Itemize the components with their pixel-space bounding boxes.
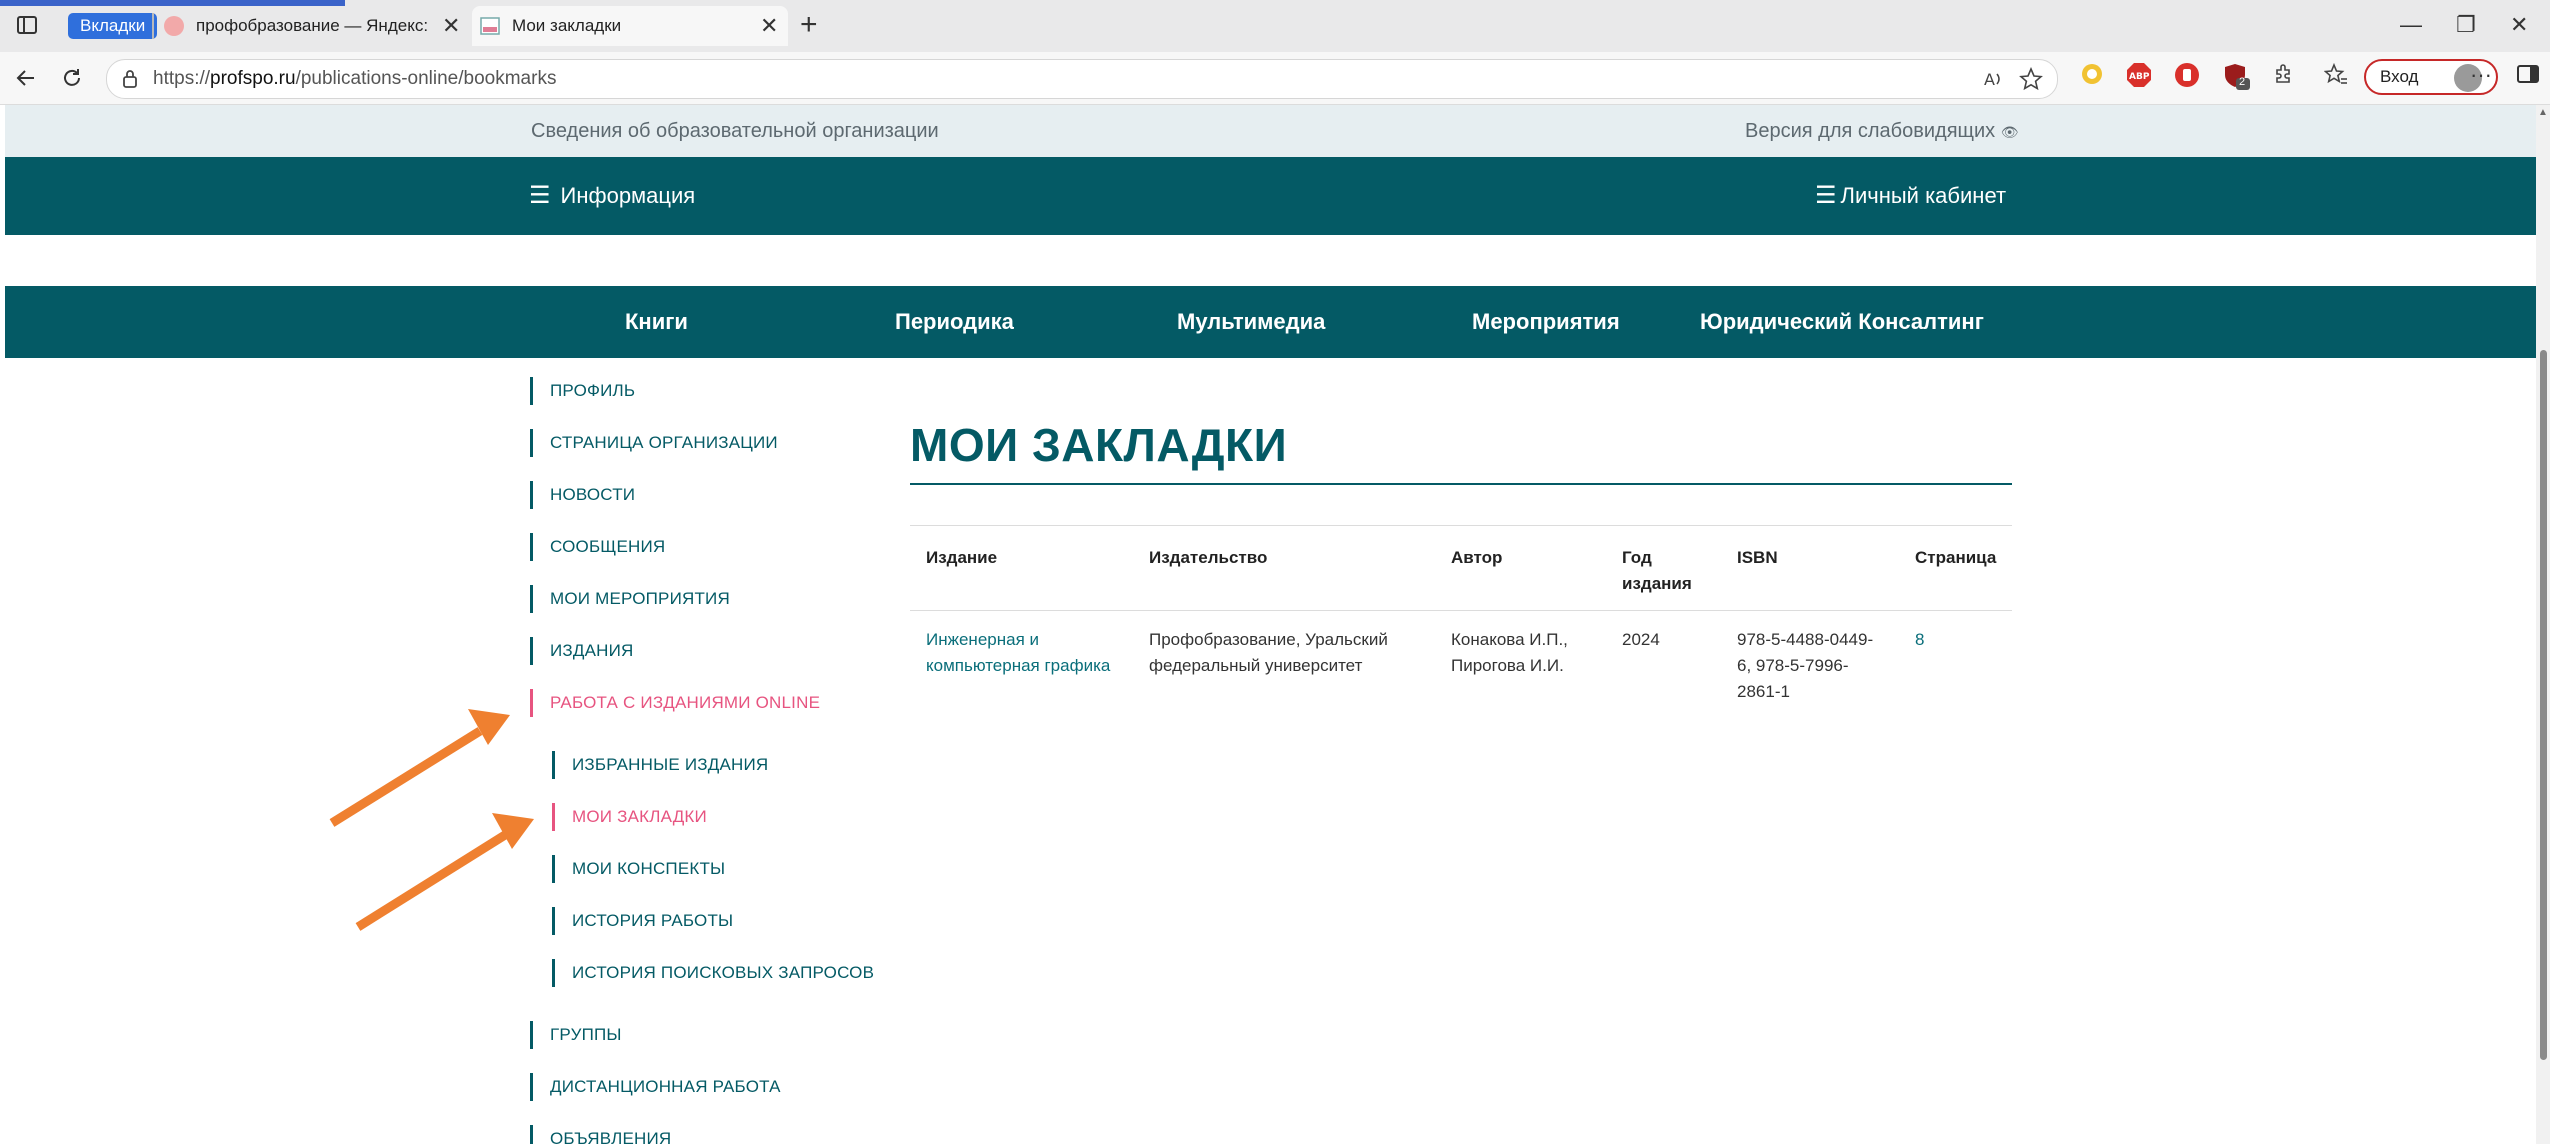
favorites-icon[interactable] <box>2324 62 2348 86</box>
extensions-puzzle-icon[interactable] <box>2272 62 2296 86</box>
scroll-up-icon[interactable]: ▲ <box>2538 107 2548 118</box>
browser-tab-bar: Вкладки профобразование — Яндекс: на ✕ М… <box>0 0 2550 52</box>
tab-separator <box>152 13 154 39</box>
tab-actions-icon[interactable] <box>16 14 38 36</box>
annotation-arrow <box>329 709 510 827</box>
svg-text:A: A <box>1984 70 1995 89</box>
tab-title: Мои закладки <box>512 16 622 35</box>
url-scheme: https:// <box>153 68 211 89</box>
minimize-button[interactable]: — <box>2400 10 2422 40</box>
restore-button[interactable]: ❐ <box>2456 10 2476 40</box>
tab-bookmarks[interactable]: Мои закладки ✕ <box>472 6 788 46</box>
page-favicon-icon <box>480 17 500 35</box>
reload-icon[interactable] <box>60 66 84 90</box>
annotation-arrow <box>355 813 534 931</box>
url-bar[interactable]: https://profspo.ru/publications-online/b… <box>106 59 2058 99</box>
yandex-favicon-icon <box>164 16 184 36</box>
favorite-star-icon[interactable] <box>2019 67 2043 91</box>
back-icon[interactable] <box>14 66 38 90</box>
extension-badge: 2 <box>2239 76 2246 88</box>
tab-close-icon[interactable]: ✕ <box>442 6 460 46</box>
svg-text:ABP: ABP <box>2129 72 2150 82</box>
login-label: Вход <box>2380 67 2419 86</box>
url-text[interactable]: https://profspo.ru/publications-online/b… <box>153 60 556 98</box>
ublock-icon[interactable]: 2 <box>2222 62 2252 92</box>
address-toolbar: https://profspo.ru/publications-online/b… <box>0 52 2550 105</box>
page-viewport: Сведения об образовательной организации … <box>0 105 2536 1144</box>
window-close-button[interactable]: ✕ <box>2510 10 2528 40</box>
url-host: profspo.ru <box>210 68 296 89</box>
new-tab-button[interactable]: + <box>800 10 818 40</box>
abp-icon[interactable]: ABP <box>2126 62 2152 88</box>
annotation-arrows <box>329 709 534 931</box>
read-aloud-icon[interactable]: A <box>1983 68 2005 90</box>
url-path: /publications-online/bookmarks <box>295 68 557 89</box>
tab-close-icon[interactable]: ✕ <box>760 6 778 46</box>
lock-icon[interactable] <box>121 69 139 89</box>
tab-yandex[interactable]: профобразование — Яндекс: на ✕ <box>156 6 466 46</box>
extension-yellow-icon[interactable] <box>2080 62 2104 86</box>
shield-icon[interactable] <box>2174 62 2200 88</box>
tab-title: профобразование — Яндекс: на <box>196 16 428 35</box>
tab-group-chip[interactable]: Вкладки <box>68 13 158 39</box>
scrollbar-thumb[interactable] <box>2540 350 2547 1060</box>
sidebar-toggle-icon[interactable] <box>2516 62 2540 86</box>
more-menu-icon[interactable]: ··· <box>2470 62 2492 88</box>
